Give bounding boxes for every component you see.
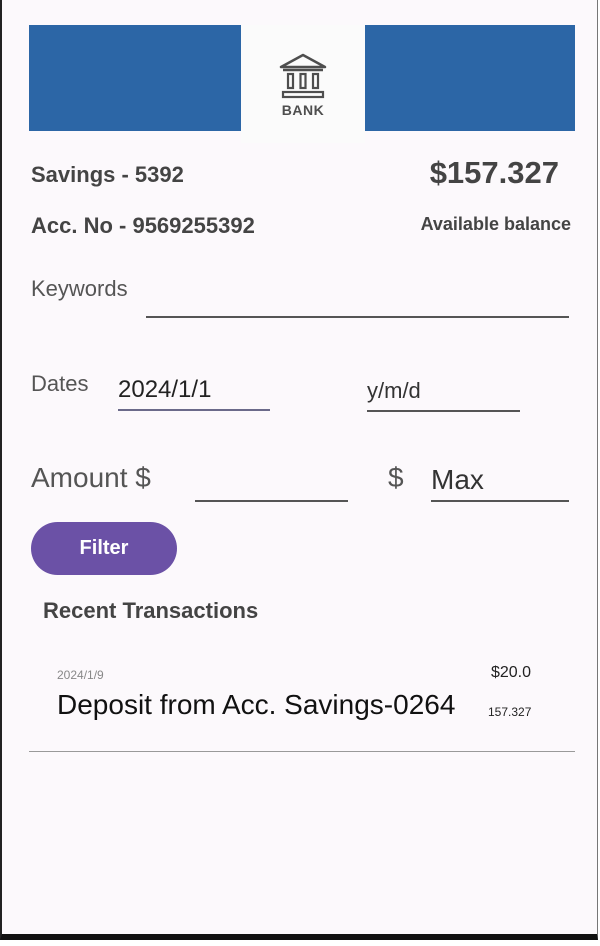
- divider: [29, 751, 575, 752]
- dates-label: Dates: [31, 371, 89, 396]
- keywords-label: Keywords: [31, 276, 128, 301]
- transaction-balance-after: 157.327: [488, 705, 532, 719]
- transaction-amount: $20.0: [490, 664, 531, 681]
- account-balance: $157.327: [429, 155, 559, 190]
- amount-min-input[interactable]: [195, 462, 348, 502]
- bank-logo: BANK: [241, 25, 365, 143]
- app-screen: BANK Savings - 5392 $157.327 Acc. No - 9…: [0, 0, 598, 940]
- bank-logo-text: BANK: [281, 102, 325, 118]
- keywords-input[interactable]: [146, 286, 569, 318]
- transaction-description: Deposit from Acc. Savings-0264: [57, 689, 456, 720]
- account-name: Savings - 5392: [31, 162, 184, 187]
- recent-transactions-title: Recent Transactions: [43, 598, 259, 623]
- bank-building-icon: [279, 53, 327, 99]
- filter-button[interactable]: Filter: [31, 522, 177, 575]
- amount-max-input[interactable]: [431, 460, 569, 502]
- transaction-date: 2024/1/9: [57, 668, 104, 682]
- amount-label: Amount $: [31, 462, 151, 493]
- account-number: Acc. No - 9569255392: [31, 213, 255, 238]
- date-to-input[interactable]: [367, 372, 520, 412]
- amount-max-currency: $: [388, 462, 404, 493]
- balance-caption: Available balance: [420, 214, 571, 234]
- date-from-input[interactable]: [118, 370, 270, 411]
